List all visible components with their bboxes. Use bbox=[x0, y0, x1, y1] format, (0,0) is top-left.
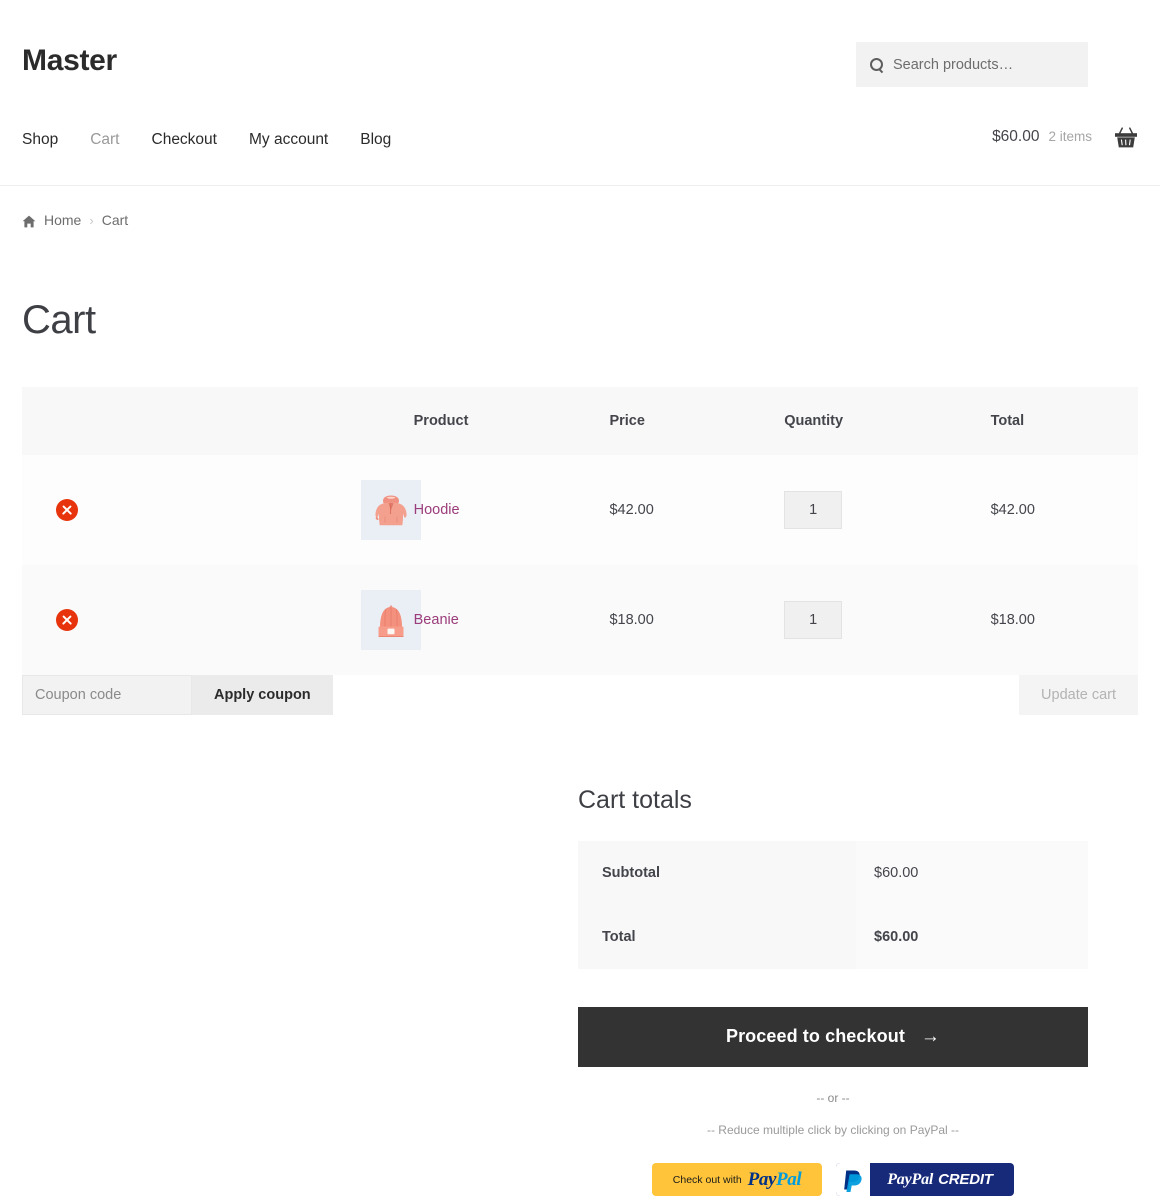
cart-item-row: Beanie $18.00 $18.00 bbox=[22, 565, 1138, 675]
paypal-wordmark: PayPal bbox=[748, 1170, 802, 1189]
paypal-checkout-button[interactable]: Check out with PayPal bbox=[652, 1163, 822, 1196]
header-cart-item-count: 2 items bbox=[1048, 129, 1092, 144]
header-cart-summary[interactable]: $60.00 2 items bbox=[992, 128, 1092, 146]
coupon-group: Apply coupon bbox=[22, 675, 1138, 715]
nav-item-cart[interactable]: Cart bbox=[90, 132, 119, 148]
cart-table-wrapper: Product Price Quantity Total Hoodie $42.… bbox=[0, 387, 1160, 675]
cart-totals-title: Cart totals bbox=[578, 786, 692, 814]
page-title: Cart bbox=[22, 298, 96, 342]
totals-label-total: Total bbox=[578, 905, 856, 969]
cell-price: $18.00 bbox=[609, 565, 785, 675]
paypal-checkout-prefix: Check out with bbox=[672, 1173, 742, 1186]
totals-value-total: $60.00 bbox=[856, 905, 1088, 969]
cell-thumbnail bbox=[139, 455, 421, 565]
main-navigation: Shop Cart Checkout My account Blog bbox=[22, 132, 391, 148]
paypal-logo-icon bbox=[836, 1163, 870, 1196]
totals-row-total: Total $60.00 bbox=[578, 905, 1088, 969]
proceed-to-checkout-button[interactable]: Proceed to checkout → bbox=[578, 1007, 1088, 1067]
coupon-code-input[interactable] bbox=[22, 675, 192, 715]
nav-item-checkout[interactable]: Checkout bbox=[152, 132, 217, 148]
search-icon bbox=[870, 57, 884, 72]
product-search-form[interactable] bbox=[856, 42, 1088, 87]
breadcrumb-home-link[interactable]: Home bbox=[44, 212, 81, 228]
paypal-wordmark-pal: Pal bbox=[776, 1169, 802, 1190]
column-header-thumbnail bbox=[139, 387, 414, 455]
cart-item-row: Hoodie $42.00 $42.00 bbox=[22, 455, 1138, 565]
checkout-button-label: Proceed to checkout bbox=[725, 1026, 905, 1046]
cell-product-name: Beanie bbox=[413, 565, 610, 675]
paypal-credit-word: CREDIT bbox=[938, 1171, 993, 1188]
cart-totals-table: Subtotal $60.00 Total $60.00 bbox=[578, 841, 1088, 969]
arrow-right-icon: → bbox=[920, 1026, 941, 1047]
column-header-product: Product bbox=[413, 387, 610, 455]
cell-price: $42.00 bbox=[609, 455, 785, 565]
nav-item-shop[interactable]: Shop bbox=[22, 132, 58, 148]
site-header: Master Shop Cart Checkout My account Blo… bbox=[0, 0, 1160, 186]
product-thumbnail-hoodie[interactable] bbox=[360, 480, 421, 540]
product-link-beanie[interactable]: Beanie bbox=[414, 612, 459, 628]
cell-quantity bbox=[784, 455, 991, 565]
paypal-credit-wordmark: PayPal bbox=[887, 1171, 933, 1189]
column-header-quantity: Quantity bbox=[784, 387, 991, 455]
cell-product-name: Hoodie bbox=[413, 455, 610, 565]
totals-label-subtotal: Subtotal bbox=[578, 841, 856, 905]
header-cart-amount: $60.00 bbox=[992, 128, 1040, 145]
cell-quantity bbox=[784, 565, 991, 675]
paypal-buttons: Check out with PayPal PayPal CREDIT bbox=[578, 1163, 1088, 1196]
quantity-input-hoodie[interactable] bbox=[784, 491, 843, 529]
quantity-input-beanie[interactable] bbox=[784, 601, 843, 639]
paypal-block: -- or -- -- Reduce multiple click by cli… bbox=[578, 1091, 1088, 1196]
nav-item-blog[interactable]: Blog bbox=[360, 132, 391, 148]
cell-line-total: $42.00 bbox=[990, 455, 1138, 565]
apply-coupon-button[interactable]: Apply coupon bbox=[192, 675, 333, 715]
paypal-note-text: -- Reduce multiple click by clicking on … bbox=[706, 1123, 960, 1137]
paypal-credit-button[interactable]: PayPal CREDIT bbox=[836, 1163, 1014, 1196]
column-header-remove bbox=[22, 387, 140, 455]
remove-item-icon[interactable] bbox=[56, 499, 78, 521]
update-cart-button[interactable]: Update cart bbox=[1019, 675, 1138, 715]
cart-table-header-row: Product Price Quantity Total bbox=[22, 387, 1138, 455]
remove-item-icon[interactable] bbox=[56, 609, 78, 631]
product-link-hoodie[interactable]: Hoodie bbox=[414, 502, 460, 518]
paypal-credit-pal: Pal bbox=[911, 1170, 934, 1188]
column-header-total: Total bbox=[990, 387, 1138, 455]
cart-totals-section: Cart totals Subtotal $60.00 Total $60.00… bbox=[578, 788, 1088, 1196]
breadcrumb-current: Cart bbox=[101, 212, 129, 228]
product-thumbnail-beanie[interactable] bbox=[360, 590, 421, 650]
search-input[interactable] bbox=[893, 56, 1074, 73]
totals-row-subtotal: Subtotal $60.00 bbox=[578, 841, 1088, 905]
paypal-wordmark-pay: Pay bbox=[747, 1169, 777, 1190]
cart-table-head: Product Price Quantity Total bbox=[22, 387, 1138, 455]
cell-line-total: $18.00 bbox=[990, 565, 1138, 675]
shopping-basket-icon[interactable] bbox=[1114, 127, 1138, 149]
cell-remove bbox=[22, 565, 140, 675]
nav-item-my-account[interactable]: My account bbox=[249, 132, 328, 148]
cart-table-body: Hoodie $42.00 $42.00 bbox=[22, 455, 1138, 675]
totals-value-subtotal: $60.00 bbox=[856, 841, 1088, 905]
cart-page: Master Shop Cart Checkout My account Blo… bbox=[0, 0, 1160, 1196]
breadcrumb: Home › Cart bbox=[0, 186, 1160, 228]
paypal-credit-label: PayPal CREDIT bbox=[870, 1171, 1014, 1189]
home-icon bbox=[22, 215, 36, 228]
cell-thumbnail bbox=[139, 565, 421, 675]
cart-actions: Apply coupon Update cart bbox=[0, 675, 1160, 715]
or-divider-text: -- or -- bbox=[816, 1091, 850, 1105]
breadcrumb-separator: › bbox=[89, 212, 94, 228]
cell-remove bbox=[22, 455, 140, 565]
cart-table: Product Price Quantity Total Hoodie $42.… bbox=[22, 387, 1138, 675]
paypal-credit-pay: Pay bbox=[887, 1170, 912, 1188]
column-header-price: Price bbox=[609, 387, 785, 455]
